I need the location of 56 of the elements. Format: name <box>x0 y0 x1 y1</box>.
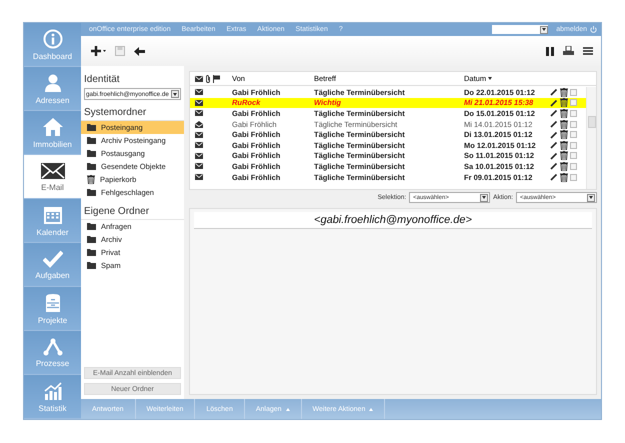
folder-icon <box>87 189 96 196</box>
flag-icon <box>213 74 220 82</box>
checkbox[interactable] <box>570 162 577 170</box>
nav-item[interactable]: Statistik <box>24 375 81 419</box>
trash-icon[interactable] <box>560 151 568 160</box>
trash-icon[interactable] <box>560 162 568 171</box>
nav-item[interactable]: E-Mail <box>24 155 81 199</box>
nav-item[interactable]: Prozesse <box>24 331 81 375</box>
nav-item[interactable]: Immobilien <box>24 111 81 155</box>
section-heading: Eigene Ordner <box>81 199 184 220</box>
trash-icon[interactable] <box>560 120 568 129</box>
calendar-icon <box>42 204 62 224</box>
printer-icon[interactable] <box>563 46 574 56</box>
caret-icon <box>480 194 488 202</box>
checkbox[interactable] <box>570 152 577 160</box>
trash-icon[interactable] <box>560 130 568 140</box>
nav-item[interactable]: Kalender <box>24 199 81 243</box>
back-arrow-icon[interactable] <box>134 46 145 56</box>
checkbox[interactable] <box>570 99 577 106</box>
trash-icon[interactable] <box>560 140 568 150</box>
trash-icon[interactable] <box>560 172 568 182</box>
trash-icon[interactable] <box>560 98 568 108</box>
cabinet-icon <box>44 292 60 312</box>
checkbox[interactable] <box>570 142 577 149</box>
person-icon <box>42 72 62 92</box>
nav-item[interactable]: Projekte <box>24 287 81 331</box>
nav-item[interactable]: Adressen <box>24 67 81 111</box>
trash-icon[interactable] <box>560 88 568 97</box>
checkbox[interactable] <box>570 120 577 128</box>
paperclip-icon <box>205 74 211 82</box>
envelope-icon <box>40 162 66 180</box>
checkbox[interactable] <box>570 88 577 96</box>
power-icon <box>590 26 597 33</box>
bar-chart-icon <box>42 380 62 400</box>
scrollbar[interactable] <box>586 87 596 189</box>
caret-icon <box>171 90 179 98</box>
caret-icon <box>540 26 548 34</box>
nav-item[interactable]: Aufgaben <box>24 243 81 287</box>
sender-address: <gabi.froehlich@myonoffice.de> <box>194 212 592 229</box>
dropdown-field[interactable] <box>492 25 548 34</box>
nodes-icon <box>42 338 62 356</box>
envelope-icon <box>195 76 203 82</box>
checkbox[interactable] <box>570 131 577 138</box>
identity-label: Identität <box>83 74 121 87</box>
checkbox[interactable] <box>570 110 577 117</box>
add-icon[interactable] <box>91 46 106 56</box>
house-icon <box>42 116 64 136</box>
checkbox[interactable] <box>570 174 577 181</box>
caret-icon <box>587 194 595 202</box>
trash-icon[interactable] <box>560 108 568 118</box>
columns-icon[interactable] <box>546 46 554 56</box>
nav-item[interactable]: Dashboard <box>24 23 81 67</box>
trash-icon <box>87 175 95 184</box>
menu-icon[interactable] <box>583 47 593 55</box>
checkmark-icon <box>42 250 62 268</box>
info-icon <box>42 28 62 48</box>
